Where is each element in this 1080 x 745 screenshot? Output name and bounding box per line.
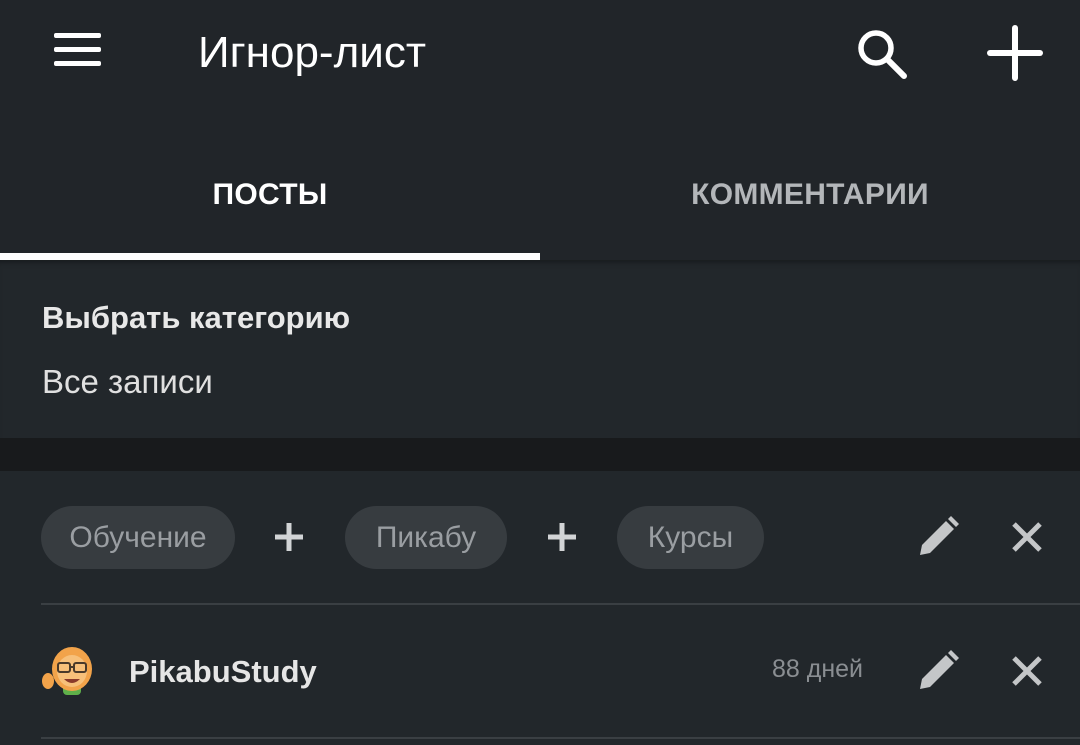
category-selector[interactable]: Выбрать категорию Все записи (0, 260, 1080, 438)
app-bar: Игнор-лист (0, 0, 1080, 110)
tab-comments[interactable]: КОММЕНТАРИИ (540, 110, 1080, 260)
section-separator (0, 438, 1080, 471)
close-icon (1012, 522, 1042, 552)
menu-icon-line (54, 61, 101, 66)
add-button[interactable] (984, 22, 1046, 84)
list-divider (41, 603, 1080, 605)
list-divider (41, 737, 1080, 739)
ignore-age: 88 дней (772, 655, 864, 683)
active-tab-indicator (0, 253, 540, 260)
tag-chip[interactable]: Курсы (617, 506, 764, 569)
category-label: Выбрать категорию (42, 300, 351, 335)
menu-icon-line (54, 47, 101, 52)
username[interactable]: PikabuStudy (129, 654, 317, 690)
search-button[interactable] (852, 24, 910, 82)
edit-button[interactable] (915, 514, 961, 560)
remove-button[interactable] (1004, 514, 1050, 560)
menu-button[interactable] (48, 28, 108, 76)
page-title: Игнор-лист (198, 28, 426, 77)
category-value: Все записи (42, 363, 213, 400)
tag-chip[interactable]: Обучение (41, 506, 235, 569)
search-icon (858, 30, 907, 79)
edit-button[interactable] (915, 648, 961, 694)
tab-posts[interactable]: ПОСТЫ (0, 110, 540, 260)
plus-icon (275, 523, 303, 551)
tab-bar: ПОСТЫ КОММЕНТАРИИ (0, 110, 1080, 260)
remove-button[interactable] (1004, 648, 1050, 694)
pencil-icon (920, 650, 959, 689)
avatar[interactable] (40, 641, 100, 701)
ignore-list: Обучение Пикабу Курсы PikabuStudy 88 дне… (0, 471, 1080, 745)
menu-icon-line (54, 33, 101, 38)
close-icon (1012, 656, 1042, 686)
plus-icon (987, 25, 1043, 81)
tag-chip[interactable]: Пикабу (345, 506, 507, 569)
plus-icon (548, 523, 576, 551)
pencil-icon (920, 516, 959, 555)
